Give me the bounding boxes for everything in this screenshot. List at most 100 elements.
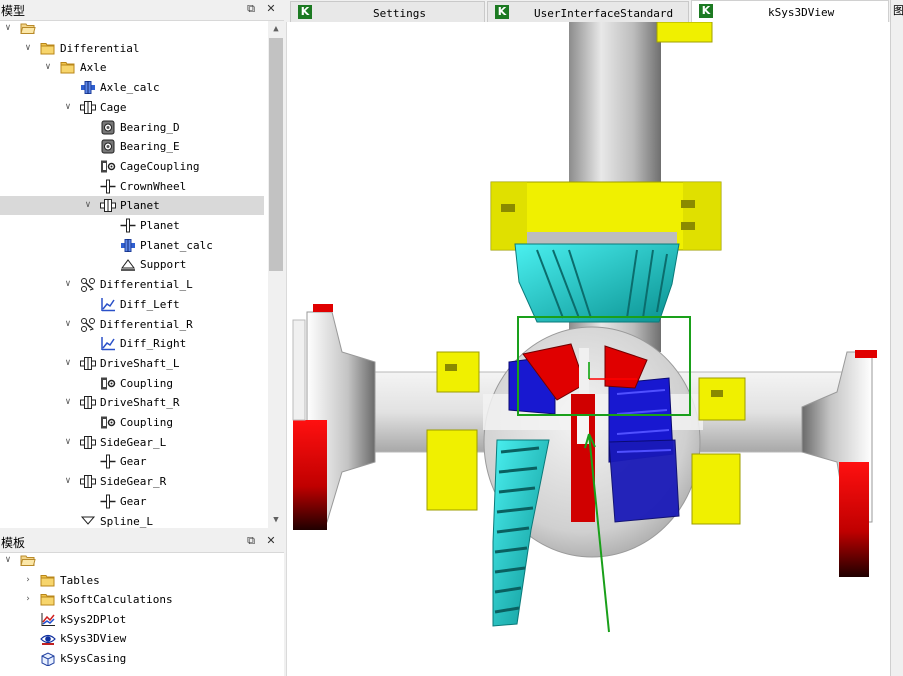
- tree-item[interactable]: Axle_calc: [0, 78, 266, 97]
- folder-icon: [40, 41, 56, 56]
- template-tree: ∨ › Tables › kSoftCalculations kSys2DPlot kSys…: [0, 553, 284, 676]
- tree-item[interactable]: kSysCasing: [0, 649, 266, 668]
- tab-ksys3dview[interactable]: K kSys3DView: [691, 0, 889, 22]
- chevron-down-icon[interactable]: ∨: [22, 42, 34, 54]
- tree-item[interactable]: Gear: [0, 492, 266, 511]
- tree-item-label: CageCoupling: [120, 159, 200, 173]
- tree-item-label: kSoftCalculations: [60, 593, 173, 607]
- tree-item[interactable]: ∨ Cage: [0, 98, 266, 117]
- tree-item[interactable]: Planet: [0, 216, 266, 235]
- scroll-up-arrow-icon[interactable]: ▲: [268, 21, 284, 37]
- 3d-viewport[interactable]: [286, 22, 890, 676]
- tree-item[interactable]: Coupling: [0, 374, 266, 393]
- tree-item-label: kSys2DPlot: [60, 612, 127, 626]
- tree-item[interactable]: Bearing_D: [0, 118, 266, 137]
- tree-item[interactable]: kSys2DPlot: [0, 610, 266, 629]
- tree-item[interactable]: CageCoupling: [0, 157, 266, 176]
- bearing-icon: [100, 139, 116, 154]
- tree-item[interactable]: ∨ SideGear_R: [0, 472, 266, 491]
- tree-item[interactable]: › kSoftCalculations: [0, 590, 266, 609]
- tree-item[interactable]: ∨ Differential_R: [0, 315, 266, 334]
- scrollbar-thumb[interactable]: [269, 38, 283, 271]
- chevron-down-icon[interactable]: ∨: [62, 318, 74, 330]
- tree-item[interactable]: Gear: [0, 452, 266, 471]
- assembly-icon: [80, 356, 96, 371]
- chevron-down-icon[interactable]: ∨: [62, 101, 74, 113]
- right-side-bearing[interactable]: [698, 377, 746, 421]
- right-flange-red-top: [855, 350, 877, 358]
- link-icon: [80, 317, 96, 332]
- tree-item-label: Planet: [140, 219, 180, 232]
- left-side-bearing[interactable]: [436, 351, 480, 393]
- close-icon[interactable]: ✕: [264, 2, 278, 16]
- tab-label: UserInterfaceStandard: [534, 7, 674, 20]
- link-icon: [80, 277, 96, 293]
- tree-item-label: Axle: [80, 61, 107, 75]
- tree-item-label: Spline_L: [100, 514, 153, 528]
- chevron-down-icon[interactable]: ∨: [2, 554, 14, 566]
- tree-item[interactable]: ∨: [0, 553, 266, 570]
- tree-item[interactable]: CrownWheel: [0, 177, 266, 196]
- tree-item[interactable]: ∨ Planet: [0, 196, 264, 216]
- scroll-down-arrow-icon[interactable]: ▼: [268, 512, 284, 528]
- chevron-down-icon[interactable]: ∨: [62, 436, 74, 448]
- right-side-bearing-lower[interactable]: [691, 453, 741, 525]
- folder-icon: [60, 60, 76, 75]
- tab-settings[interactable]: K Settings: [290, 1, 485, 22]
- tree-item[interactable]: ∨ DriveShaft_R: [0, 393, 266, 412]
- tree-item[interactable]: kSys3DView: [0, 629, 266, 648]
- tree-item-label: Coupling: [120, 416, 173, 429]
- chevron-down-icon[interactable]: ∨: [62, 278, 74, 290]
- tree-item[interactable]: Diff_Left: [0, 295, 266, 314]
- close-icon[interactable]: ✕: [264, 534, 278, 548]
- float-icon[interactable]: ⧉: [244, 2, 258, 16]
- tree-item[interactable]: Planet_calc: [0, 236, 266, 255]
- chevron-down-icon[interactable]: ∨: [82, 199, 94, 211]
- model-scrollbar[interactable]: ▲ ▼: [268, 21, 284, 528]
- model-panel-title: 模型: [1, 4, 26, 18]
- chevron-right-icon[interactable]: ›: [22, 574, 34, 586]
- float-icon[interactable]: ⧉: [244, 534, 258, 548]
- gear-icon: [100, 454, 116, 469]
- folder-icon: [40, 592, 56, 607]
- tree-item-label: Gear: [120, 455, 147, 469]
- tree-item[interactable]: ∨ Axle: [0, 58, 266, 77]
- bearing-icon: [100, 120, 116, 135]
- chevron-down-icon[interactable]: ∨: [2, 22, 14, 34]
- tree-item-label: Differential_L: [100, 278, 193, 292]
- chevron-down-icon[interactable]: ∨: [62, 475, 74, 487]
- left-flange-red-top: [313, 304, 333, 312]
- tree-item[interactable]: ∨ Differential_L: [0, 275, 266, 294]
- tab-label: kSys3DView: [768, 6, 835, 19]
- tab-userinterfacestandard[interactable]: K UserInterfaceStandard: [487, 1, 689, 22]
- tree-item[interactable]: ∨ SideGear_L: [0, 433, 266, 452]
- right-flange-red[interactable]: [839, 462, 869, 577]
- upper-bearing-slot: [681, 200, 695, 208]
- tree-item-label: Diff_Left: [120, 297, 180, 311]
- tree-item[interactable]: ∨ DriveShaft_L: [0, 354, 266, 373]
- left-side-bearing-lower[interactable]: [426, 429, 478, 511]
- tree-item[interactable]: ∨ Differential: [0, 39, 266, 58]
- tree-item[interactable]: › Tables: [0, 571, 266, 590]
- right-dock-strip[interactable]: 图: [890, 0, 903, 676]
- tree-item[interactable]: Support: [0, 255, 266, 274]
- chevron-down-icon[interactable]: ∨: [62, 396, 74, 408]
- bearing-slot: [445, 364, 457, 371]
- tree-item[interactable]: Diff_Right: [0, 334, 266, 353]
- eye-icon: [40, 631, 56, 646]
- tree-item-label: DriveShaft_R: [100, 396, 180, 410]
- coupling-icon: [100, 415, 116, 430]
- left-flange-red[interactable]: [293, 420, 327, 530]
- tree-item[interactable]: Spline_L: [0, 512, 266, 529]
- tree-item[interactable]: ∨: [0, 21, 266, 38]
- gear-icon: [120, 218, 136, 233]
- chevron-right-icon[interactable]: ›: [22, 593, 34, 605]
- tree-item[interactable]: Coupling: [0, 413, 266, 432]
- tree-item[interactable]: Bearing_E: [0, 137, 266, 156]
- coupling-icon: [100, 159, 116, 174]
- chevron-down-icon[interactable]: ∨: [62, 357, 74, 369]
- 3d-scene[interactable]: [287, 22, 890, 676]
- assembly-icon: [80, 100, 96, 115]
- chevron-down-icon[interactable]: ∨: [42, 61, 54, 73]
- support-icon: [120, 257, 136, 272]
